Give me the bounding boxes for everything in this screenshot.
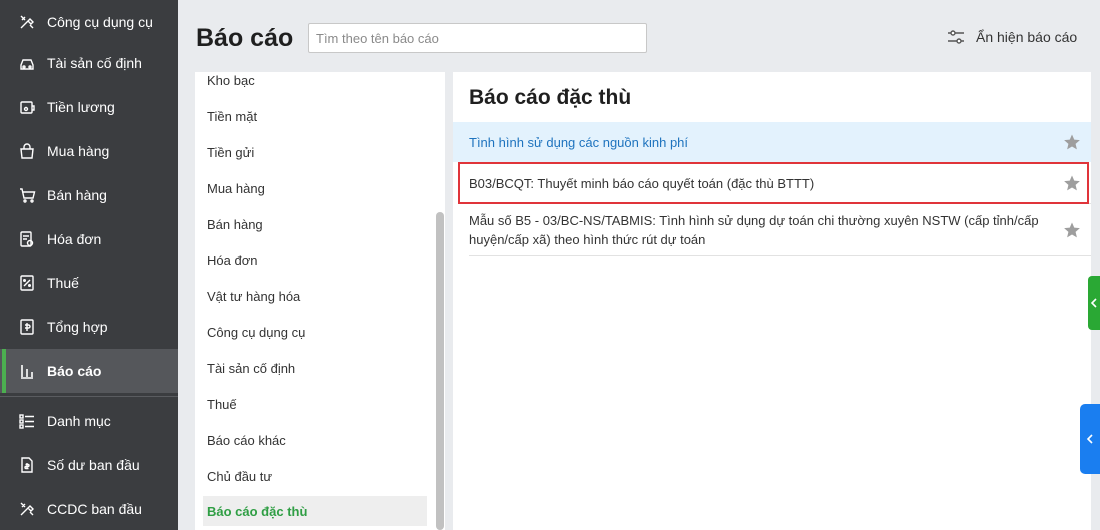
report-row-label: B03/BCQT: Thuyết minh báo cáo quyết toán…	[469, 175, 815, 191]
star-icon[interactable]	[1063, 174, 1081, 192]
tools-icon	[18, 13, 36, 31]
sidebar-item-hoa-don[interactable]: Hóa đơn	[0, 217, 178, 261]
sidebar-item-bao-cao[interactable]: Báo cáo	[0, 349, 178, 393]
sidebar-item-label: Mua hàng	[47, 143, 110, 159]
row-divider	[469, 255, 1091, 256]
balance-doc-icon	[18, 456, 36, 474]
category-item-bao-cao-khac[interactable]: Báo cáo khác	[207, 425, 286, 455]
category-item-ban-hang[interactable]: Bán hàng	[207, 209, 263, 239]
tax-percent-icon	[18, 274, 36, 292]
sidebar-item-ccdc-ban-dau[interactable]: CCDC ban đầu	[0, 487, 178, 530]
report-row[interactable]: Mẫu số B5 - 03/BC-NS/TABMIS: Tình hình s…	[453, 205, 1091, 255]
sidebar-divider	[0, 396, 178, 397]
sidebar-item-label: Tổng hợp	[47, 319, 108, 335]
row-divider	[469, 203, 1091, 204]
invoice-icon	[18, 230, 36, 248]
category-item-cong-cu-dung-cu[interactable]: Công cụ dụng cụ	[207, 317, 305, 347]
category-item-tien-mat[interactable]: Tiền mặt	[207, 101, 257, 131]
sidebar-item-label: Bán hàng	[47, 187, 107, 203]
report-section-title: Báo cáo đặc thù	[469, 86, 632, 109]
sidebar-item-tai-san-co-dinh[interactable]: Tài sản cố định	[0, 41, 178, 85]
wallet-icon	[18, 98, 36, 116]
category-item-tai-san-co-dinh[interactable]: Tài sản cố định	[207, 353, 295, 383]
scrollbar-thumb[interactable]	[436, 212, 444, 530]
cart-icon	[18, 186, 36, 204]
tools-icon	[18, 500, 36, 518]
bag-icon	[18, 142, 36, 160]
sidebar-item-thue[interactable]: Thuế	[0, 261, 178, 305]
sliders-icon	[948, 30, 964, 44]
sidebar-item-label: Tài sản cố định	[47, 55, 142, 71]
sidebar-item-mua-hang[interactable]: Mua hàng	[0, 129, 178, 173]
sidebar-item-ban-hang[interactable]: Bán hàng	[0, 173, 178, 217]
sidebar-item-label: Công cụ dụng cụ	[47, 14, 153, 30]
category-item-chu-dau-tu[interactable]: Chủ đầu tư	[207, 461, 272, 491]
chevron-left-icon	[1086, 434, 1093, 444]
search-input[interactable]	[308, 23, 647, 53]
chevron-left-icon	[1090, 298, 1097, 308]
category-item-bao-cao-dac-thu[interactable]: Báo cáo đặc thù	[203, 496, 427, 526]
sidebar-item-danh-muc[interactable]: Danh mục	[0, 399, 178, 443]
sidebar-item-label: Hóa đơn	[47, 231, 102, 247]
category-item-kho-bac[interactable]: Kho bạc	[207, 72, 255, 95]
sidebar-item-label: Báo cáo	[47, 363, 102, 379]
star-icon[interactable]	[1063, 221, 1081, 239]
toggle-reports-button[interactable]: Ẩn hiện báo cáo	[946, 28, 1077, 46]
report-list-panel: Báo cáo đặc thù Tình hình sử dụng các ng…	[453, 72, 1091, 530]
sidebar-item-cong-cu-dung-cu[interactable]: Công cụ dụng cụ	[0, 0, 178, 44]
category-item-tien-gui[interactable]: Tiền gửi	[207, 137, 254, 167]
sidebar-item-label: Tiền lương	[47, 99, 115, 115]
toggle-reports-label: Ẩn hiện báo cáo	[976, 29, 1078, 45]
sidebar-item-label: Thuế	[47, 275, 79, 291]
category-item-hoa-don[interactable]: Hóa đơn	[207, 245, 257, 275]
report-row[interactable]: Tình hình sử dụng các nguồn kinh phí	[453, 122, 1091, 162]
sidebar-item-label: Danh mục	[47, 413, 111, 429]
report-row-label: Tình hình sử dụng các nguồn kinh phí	[469, 134, 689, 150]
car-icon	[18, 54, 36, 72]
collapse-panel-tab-green[interactable]	[1088, 276, 1100, 330]
sidebar-item-label: CCDC ban đầu	[47, 501, 142, 517]
category-item-mua-hang[interactable]: Mua hàng	[207, 173, 265, 203]
star-icon[interactable]	[1063, 133, 1081, 151]
sidebar-item-label: Số dư ban đầu	[47, 457, 140, 473]
list-icon	[18, 412, 36, 430]
sidebar-item-so-du-ban-dau[interactable]: Số dư ban đầu	[0, 443, 178, 487]
sidebar-item-tien-luong[interactable]: Tiền lương	[0, 85, 178, 129]
bar-chart-icon	[18, 362, 36, 380]
summary-icon	[18, 318, 36, 336]
sidebar: Công cụ dụng cụ Tài sản cố định Tiền lươ…	[0, 0, 178, 530]
category-item-vat-tu-hang-hoa[interactable]: Vật tư hàng hóa	[207, 281, 300, 311]
report-row[interactable]: B03/BCQT: Thuyết minh báo cáo quyết toán…	[453, 163, 1091, 203]
collapse-panel-tab-blue[interactable]	[1080, 404, 1100, 474]
report-row-label: Mẫu số B5 - 03/BC-NS/TABMIS: Tình hình s…	[469, 213, 1039, 247]
category-list: Kho bạc Tiền mặt Tiền gửi Mua hàng Bán h…	[195, 72, 445, 530]
category-item-thue[interactable]: Thuế	[207, 389, 237, 419]
sidebar-item-tong-hop[interactable]: Tổng hợp	[0, 305, 178, 349]
page-title: Báo cáo	[196, 24, 294, 52]
